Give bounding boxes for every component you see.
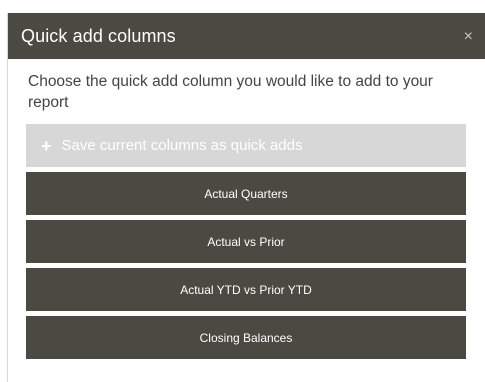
dialog-header: Quick add columns × (8, 13, 485, 59)
dialog-prompt: Choose the quick add column you would li… (28, 73, 433, 111)
quick-add-columns-dialog: Quick add columns × Choose the quick add… (7, 13, 485, 382)
save-current-columns-button[interactable]: + Save current columns as quick adds (26, 124, 466, 167)
dialog-title: Quick add columns (21, 25, 176, 46)
close-icon[interactable]: × (464, 28, 473, 45)
quick-add-actual-vs-prior-button[interactable]: Actual vs Prior (26, 220, 466, 263)
quick-add-closing-balances-button[interactable]: Closing Balances (26, 316, 466, 359)
dialog-body: Choose the quick add column you would li… (8, 59, 485, 359)
plus-icon: + (41, 135, 52, 156)
quick-add-actual-ytd-vs-prior-ytd-button[interactable]: Actual YTD vs Prior YTD (26, 268, 466, 311)
save-current-columns-label: Save current columns as quick adds (61, 137, 303, 154)
quick-add-actual-quarters-button[interactable]: Actual Quarters (26, 172, 466, 215)
